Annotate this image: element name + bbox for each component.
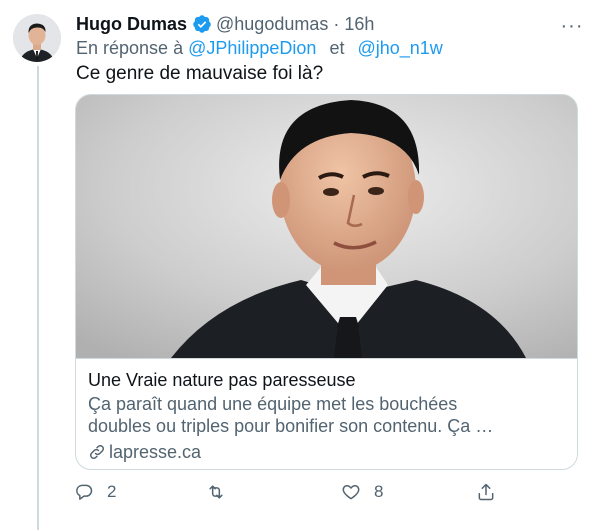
tweet-text: Ce genre de mauvaise foi là? [76,63,324,84]
thread-line [37,66,39,530]
verified-badge-icon [192,14,212,34]
retweet-icon [209,485,223,499]
author-handle[interactable]: @hugodumas [216,14,328,35]
heart-icon [342,485,360,500]
author-name[interactable]: Hugo Dumas [76,14,187,35]
reply-prefix: En réponse à [76,38,184,58]
card-body: Une Vraie nature pas paresseuse Ça paraî… [76,358,577,469]
link-icon [89,444,105,460]
reply-count: 2 [107,482,117,501]
share-icon [478,483,494,501]
tweet-header: Hugo Dumas @hugodumas · 16h [76,12,374,36]
card-description: Ça paraît quand une équipe met les bouch… [88,393,565,437]
card-photo [76,95,577,358]
reply-icon [76,484,93,500]
timestamp[interactable]: 16h [344,14,374,35]
card-domain-text: lapresse.ca [109,442,202,462]
reply-mention-2[interactable]: @jho_n1w [357,38,442,58]
avatar-photo [13,14,61,62]
separator-dot: · [333,13,340,34]
card-image [76,95,577,358]
card-description-line-2: doubles ou triples pour bonifier son con… [88,416,494,436]
like-count: 8 [374,482,384,501]
avatar[interactable] [13,14,61,62]
reply-context: En réponse à @JPhilippeDion et @jho_n1w [76,38,443,59]
action-bar: 2 8 [0,482,596,506]
card-description-line-1: Ça paraît quand une équipe met les bouch… [88,394,458,414]
share-button[interactable] [476,482,509,502]
retweet-button[interactable] [206,482,239,502]
reply-joiner: et [329,38,345,58]
like-button[interactable]: 8 [341,482,383,502]
card-domain: lapresse.ca [88,441,565,463]
reply-button[interactable]: 2 [74,482,116,502]
card-title: Une Vraie nature pas paresseuse [88,370,356,390]
more-options-icon[interactable]: ··· [558,14,586,38]
link-card[interactable]: Une Vraie nature pas paresseuse Ça paraî… [75,94,578,470]
reply-mention-1[interactable]: @JPhilippeDion [188,38,316,58]
